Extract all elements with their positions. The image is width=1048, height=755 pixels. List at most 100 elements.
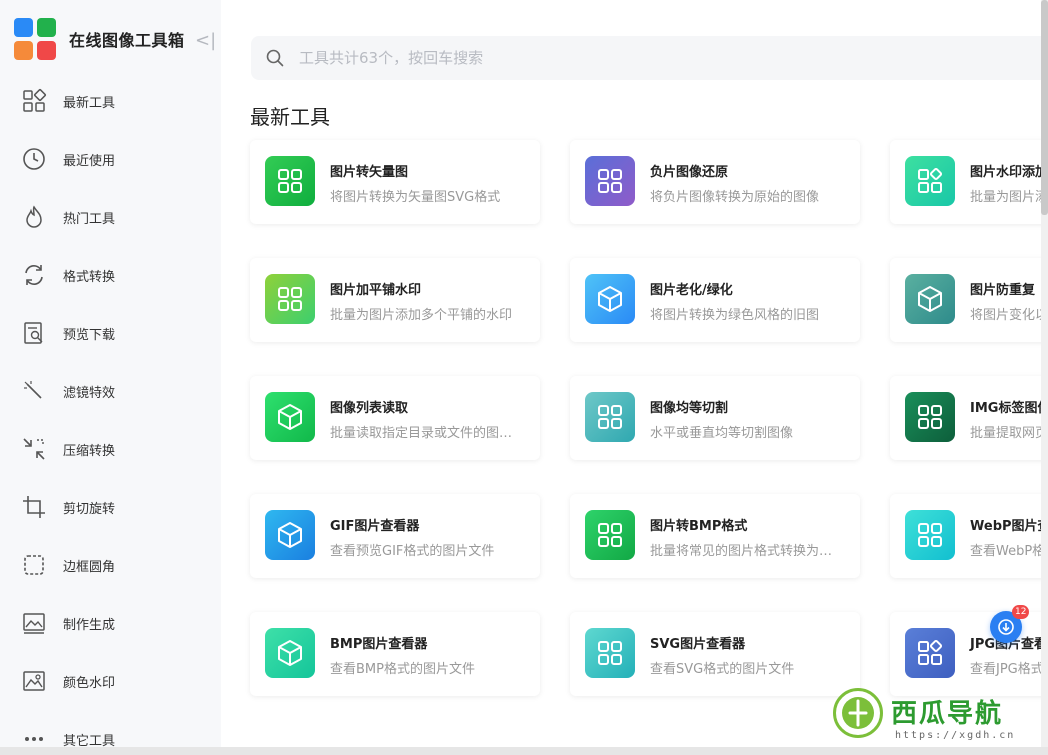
sidebar-item[interactable]: 热门工具 [0, 188, 221, 246]
tool-title: WebP图片查看器 [970, 519, 1048, 534]
tool-card[interactable]: 图片转矢量图将图片转换为矢量图SVG格式 [250, 140, 540, 224]
sidebar-item[interactable]: 剪切旋转 [0, 478, 221, 536]
tool-title: 图片转矢量图 [330, 165, 409, 180]
tool-title: 图像均等切割 [650, 401, 729, 416]
app-logo-icon [14, 18, 56, 60]
sidebar-item[interactable]: 压缩转换 [0, 420, 221, 478]
grid-icon [918, 523, 942, 547]
tool-card[interactable]: 图像列表读取 批量读取指定目录或文件的图像列表 [250, 376, 540, 460]
sidebar-item-label: 压缩转换 [63, 443, 116, 459]
sidebar-item-label: 热门工具 [63, 211, 116, 227]
sidebar-item[interactable]: 最新工具 [0, 72, 221, 130]
tool-card[interactable]: 图像均等切割 水平或垂直均等切割图像 [570, 376, 860, 460]
grid-icon [278, 287, 302, 311]
sidebar-item-label: 颜色水印 [63, 675, 116, 691]
tool-icon [585, 156, 635, 206]
tool-title: 图片老化/绿化 [650, 283, 733, 298]
download-icon [998, 619, 1014, 635]
collapse-icon[interactable]: <| [195, 30, 216, 51]
grid-icon [918, 405, 942, 429]
image-icon [23, 613, 45, 634]
tool-card[interactable]: 图片加平铺水印 批量为图片添加多个平铺的水印 [250, 258, 540, 342]
tool-icon [585, 510, 635, 560]
sidebar-item[interactable]: 预览下载 [0, 304, 221, 362]
tool-title: 图像列表读取 [330, 401, 409, 416]
flame-icon [26, 205, 42, 228]
search-input[interactable] [299, 49, 799, 67]
tool-card[interactable]: IMG标签图像批量提取网页图像 [890, 376, 1048, 460]
watermark-logo-icon [833, 688, 883, 738]
tool-description: 批量为图片添加多个平铺的水印 [330, 308, 513, 323]
sidebar-item-label: 格式转换 [63, 269, 116, 285]
tool-description: 批量将常见的图片格式转换为BMP格式 [650, 544, 840, 559]
tool-icon [265, 156, 315, 206]
main-content: 最新工具 图片转矢量图将图片转换为矢量图SVG格式负片图像还原将负片图像转换为原… [221, 0, 1048, 755]
logo-square [14, 41, 33, 60]
tool-icon [265, 510, 315, 560]
tool-card[interactable]: JPG图片查看器查看JPG格式的图片文件 [890, 612, 1048, 696]
sidebar-nav: 最新工具 最近使用热门工具格式转换预览下载滤镜特效压缩转换剪切旋转边框圆角 制作生成… [0, 72, 221, 755]
tool-icon [905, 510, 955, 560]
tool-description: 查看BMP格式的图片文件 [330, 662, 475, 677]
tool-card[interactable]: 图片转BMP格式批量将常见的图片格式转换为BMP格式 [570, 494, 860, 578]
tool-description: 将图片变化以防止重复 [970, 308, 1048, 323]
magic-wand-icon [24, 381, 42, 399]
tool-icon [905, 274, 955, 324]
tool-description: 将负片图像转换为原始的图像 [650, 190, 820, 205]
compress-icon [23, 438, 45, 460]
sidebar-item-label: 剪切旋转 [63, 501, 116, 517]
tool-description: 查看SVG格式的图片文件 [650, 662, 795, 677]
cube-icon [278, 522, 302, 548]
logo-square [37, 18, 56, 37]
tool-title: SVG图片查看器 [650, 637, 746, 652]
grid-icon [598, 523, 622, 547]
app-title: 在线图像工具箱 [69, 31, 185, 50]
sidebar-item-label: 其它工具 [63, 733, 116, 749]
tool-card[interactable]: BMP图片查看器 查看BMP格式的图片文件 [250, 612, 540, 696]
notification-badge: 12 [1012, 605, 1030, 619]
tool-title: GIF图片查看器 [330, 519, 420, 534]
watermark-url: https://xgdh.cn [895, 730, 1016, 741]
search-icon [266, 49, 284, 67]
tool-card[interactable]: 图片水印添加批量为图片添加水印 [890, 140, 1048, 224]
sidebar-item[interactable]: 边框圆角 [0, 536, 221, 594]
sidebar: 在线图像工具箱 <| 最新工具 最近使用热门工具格式转换预览下载滤镜特效压缩转换剪… [0, 0, 221, 755]
grid-icon [598, 641, 622, 665]
grid-icon [598, 405, 622, 429]
tool-title: 图片防重复 [970, 283, 1036, 298]
sidebar-item[interactable]: 最近使用 [0, 130, 221, 188]
sidebar-item[interactable]: 格式转换 [0, 246, 221, 304]
tool-title: 负片图像还原 [650, 165, 729, 180]
cube-icon [278, 640, 302, 666]
sidebar-item[interactable]: 制作生成 [0, 594, 221, 652]
refresh-icon [25, 265, 43, 285]
brand[interactable]: 在线图像工具箱 [14, 18, 185, 60]
clock-icon [23, 148, 45, 170]
tool-description: 查看WebP格式的图片文件 [970, 544, 1048, 559]
sidebar-item-label: 滤镜特效 [63, 385, 116, 401]
scrollbar[interactable] [1041, 0, 1048, 755]
tool-icon [265, 628, 315, 678]
tool-description: 将图片转换为矢量图SVG格式 [330, 190, 501, 205]
tool-description: 查看预览GIF格式的图片文件 [330, 544, 495, 559]
tool-description: 批量提取网页图像 [970, 426, 1048, 441]
section-title: 最新工具 [250, 105, 330, 129]
tool-icon [905, 156, 955, 206]
tool-description: 批量为图片添加水印 [970, 190, 1048, 205]
tool-card[interactable]: GIF图片查看器查看预览GIF格式的图片文件 [250, 494, 540, 578]
tool-card[interactable]: 图片老化/绿化将图片转换为绿色风格的旧图 [570, 258, 860, 342]
horizontal-scrollbar[interactable] [0, 747, 1048, 755]
tool-card[interactable]: WebP图片查看器查看WebP格式的图片文件 [890, 494, 1048, 578]
tool-card[interactable]: SVG图片查看器查看SVG格式的图片文件 [570, 612, 860, 696]
grid-icon [278, 169, 302, 193]
tool-card[interactable]: 负片图像还原将负片图像转换为原始的图像 [570, 140, 860, 224]
tool-title: 图片水印添加 [970, 165, 1048, 180]
tool-card[interactable]: 图片防重复将图片变化以防止重复 [890, 258, 1048, 342]
sidebar-item-label: 预览下载 [63, 327, 116, 343]
watermark-icon [23, 671, 45, 691]
sidebar-item[interactable]: 颜色水印 [0, 652, 221, 710]
search-bar[interactable] [251, 36, 1048, 80]
scrollbar-thumb[interactable] [1041, 0, 1048, 215]
tool-description: 将图片转换为绿色风格的旧图 [650, 308, 820, 323]
sidebar-item[interactable]: 滤镜特效 [0, 362, 221, 420]
